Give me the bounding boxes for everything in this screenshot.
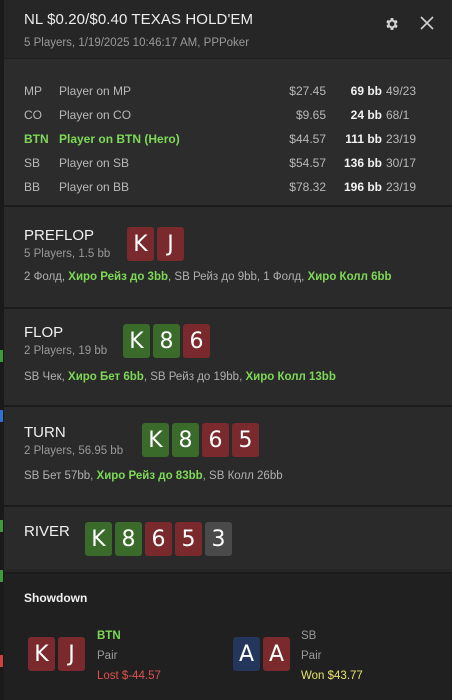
- player-stats: 30/17: [386, 156, 417, 170]
- turn-actions: SB Бет 57bb, Хиро Рейз до 83bb, SB Колл …: [24, 470, 283, 482]
- player-row: BB Player on BB $78.32 196 bb 23/19: [4, 175, 452, 199]
- street-river: RIVER K8653: [4, 505, 452, 569]
- edge-marker: [0, 570, 3, 582]
- player-stack: $54.57: [289, 156, 326, 170]
- player-row: SB Player on SB $54.57 136 bb 30/17: [4, 151, 452, 175]
- street-pot: 2 Players, 19 bb: [24, 345, 108, 357]
- edge-marker: [0, 520, 3, 532]
- playing-card: K: [28, 637, 55, 671]
- player-row: MP Player on MP $27.45 69 bb 49/23: [4, 79, 452, 103]
- playing-card: K: [123, 324, 150, 358]
- street-name: FLOP: [24, 324, 64, 341]
- showdown-hand-btn: KJ: [28, 637, 85, 671]
- playing-card: 6: [202, 423, 229, 457]
- player-name: Player on BB: [59, 180, 130, 194]
- flop-actions: SB Чек, Хиро Бет 6bb, SB Рейз до 19bb, Х…: [24, 371, 336, 383]
- hero-action: Хиро Рейз до 3bb: [68, 271, 169, 283]
- showdown-hand-sb: AA: [233, 637, 290, 671]
- playing-card: K: [85, 522, 112, 556]
- player-stack: $27.45: [289, 84, 326, 98]
- street-preflop: PREFLOP 5 Players, 1.5 bb KJ 2 Фолд, Хир…: [4, 205, 452, 307]
- playing-card: 5: [232, 423, 259, 457]
- playing-card: 6: [183, 324, 210, 358]
- player-stack-bb: 24 bb: [350, 108, 382, 122]
- hand-subtitle: 5 Players, 1/19/2025 10:46:17 AM, PPPoke…: [24, 37, 250, 49]
- edge-marker: [0, 410, 3, 422]
- showdown-title: Showdown: [24, 591, 88, 605]
- playing-card: 6: [145, 522, 172, 556]
- turn-cards: K865: [142, 423, 259, 457]
- playing-card: A: [263, 637, 290, 671]
- showdown-hand-rank: Pair: [97, 650, 118, 662]
- preflop-actions: 2 Фолд, Хиро Рейз до 3bb, SB Рейз до 9bb…: [24, 271, 392, 283]
- street-pot: 5 Players, 1.5 bb: [24, 248, 111, 260]
- showdown-position: BTN: [97, 630, 121, 642]
- street-turn: TURN 2 Players, 56.95 bb K865 SB Бет 57b…: [4, 405, 452, 505]
- playing-card: 8: [153, 324, 180, 358]
- action-text: , SB Колл 26bb: [202, 470, 283, 482]
- showdown-result: Lost $-44.57: [97, 670, 161, 682]
- playing-card: A: [233, 637, 260, 671]
- hand-header: NL $0.20/$0.40 TEXAS HOLD'EM 5 Players, …: [4, 0, 452, 58]
- players-table: MP Player on MP $27.45 69 bb 49/23 CO Player o…: [4, 58, 452, 205]
- showdown-section: Showdown KJ BTN Pair Lost $-44.57 AA SB …: [4, 572, 452, 700]
- player-name: Player on CO: [59, 108, 132, 122]
- player-position: CO: [24, 108, 42, 122]
- player-position: SB: [24, 156, 41, 170]
- player-row: CO Player on CO $9.65 24 bb 68/1: [4, 103, 452, 127]
- showdown-hand-rank: Pair: [301, 650, 322, 662]
- player-stack-bb: 136 bb: [343, 156, 382, 170]
- player-stats: 23/19: [386, 132, 417, 146]
- playing-card: 8: [115, 522, 142, 556]
- player-stack: $9.65: [295, 108, 326, 122]
- playing-card: 8: [172, 423, 199, 457]
- street-name: RIVER: [24, 523, 70, 540]
- river-cards: K8653: [85, 522, 232, 556]
- player-stack-bb: 69 bb: [350, 84, 382, 98]
- street-flop: FLOP 2 Players, 19 bb K86 SB Чек, Хиро Б…: [4, 307, 452, 405]
- player-stack-bb: 196 bb: [343, 180, 382, 194]
- street-name: TURN: [24, 424, 66, 441]
- hero-action: Хиро Колл 6bb: [307, 271, 392, 283]
- showdown-result: Won $43.77: [301, 670, 363, 682]
- street-name: PREFLOP: [24, 227, 95, 244]
- action-text: , SB Рейз до 9bb, 1 Фолд,: [168, 271, 308, 283]
- player-stack: $44.57: [289, 132, 326, 146]
- gear-icon[interactable]: [384, 16, 400, 32]
- street-pot: 2 Players, 56.95 bb: [24, 445, 124, 457]
- preflop-cards: KJ: [127, 227, 184, 261]
- playing-card: J: [58, 637, 85, 671]
- playing-card: J: [157, 227, 184, 261]
- player-name: Player on BTN (Hero): [59, 132, 180, 146]
- playing-card: K: [127, 227, 154, 261]
- edge-marker: [0, 350, 3, 362]
- player-stats: 49/23: [386, 84, 417, 98]
- player-stats: 23/19: [386, 180, 417, 194]
- player-stack-bb: 111 bb: [345, 132, 382, 146]
- action-text: 2 Фолд,: [24, 271, 69, 283]
- playing-card: K: [142, 423, 169, 457]
- player-position: BB: [24, 180, 41, 194]
- playing-card: 5: [175, 522, 202, 556]
- player-position: MP: [24, 84, 42, 98]
- close-icon[interactable]: [418, 14, 436, 32]
- flop-cards: K86: [123, 324, 210, 358]
- action-text: SB Бет 57bb,: [24, 470, 97, 482]
- player-stack: $78.32: [289, 180, 326, 194]
- action-text: SB Чек,: [24, 371, 69, 383]
- player-row: BTN Player on BTN (Hero) $44.57 111 bb 23/19: [4, 127, 452, 151]
- hero-action: Хиро Бет 6bb: [68, 371, 144, 383]
- player-stats: 68/1: [386, 108, 410, 122]
- player-name: Player on MP: [59, 84, 132, 98]
- hero-action: Хиро Рейз до 83bb: [96, 470, 203, 482]
- playing-card: 3: [205, 522, 232, 556]
- edge-marker: [0, 655, 3, 667]
- hand-history-panel: NL $0.20/$0.40 TEXAS HOLD'EM 5 Players, …: [4, 0, 452, 700]
- action-text: , SB Рейз до 19bb,: [143, 371, 246, 383]
- player-name: Player on SB: [59, 156, 130, 170]
- showdown-position: SB: [301, 630, 317, 642]
- hero-action: Хиро Колл 13bb: [245, 371, 336, 383]
- player-position: BTN: [24, 132, 49, 146]
